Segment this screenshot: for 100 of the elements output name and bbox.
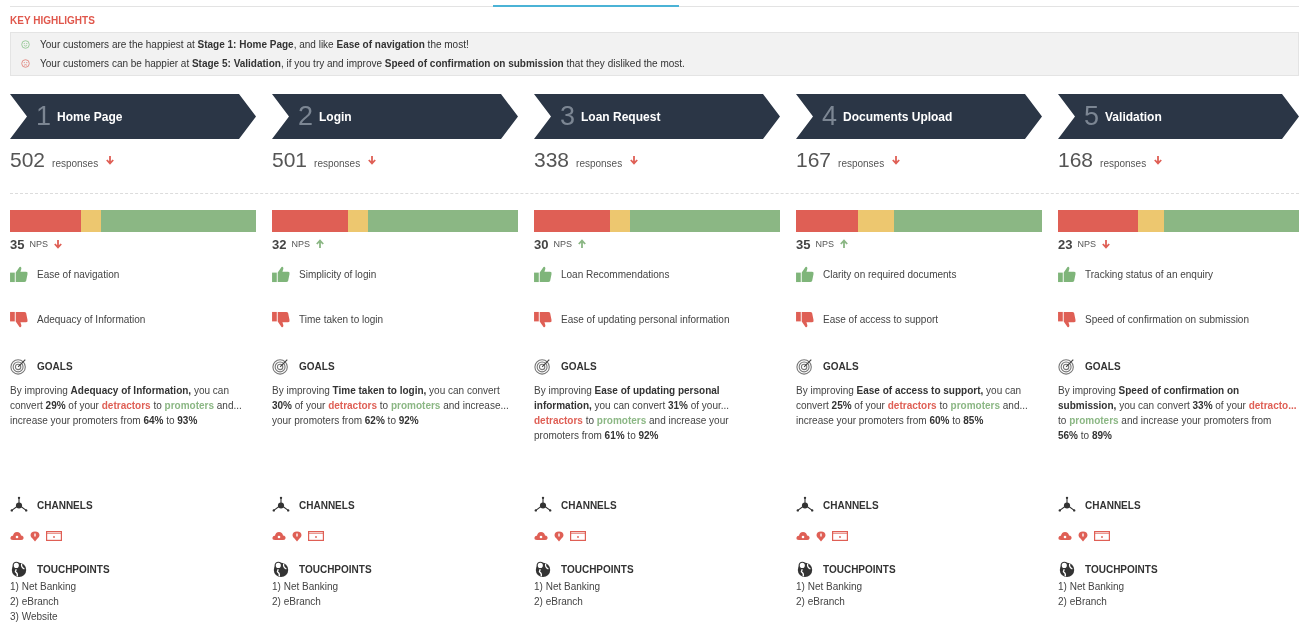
thumbs-up-icon xyxy=(1058,265,1077,283)
nps-score: 35 xyxy=(796,236,811,252)
stage-number: 1 xyxy=(36,103,52,130)
stage-name: Home Page xyxy=(57,109,123,124)
location-pin-icon xyxy=(30,530,40,542)
stage-name: Loan Request xyxy=(581,109,661,124)
liked-attribute: Simplicity of login xyxy=(299,268,377,280)
response-count: 501 xyxy=(272,148,308,172)
thumbs-up-icon xyxy=(10,265,29,283)
globe-icon xyxy=(534,560,552,578)
response-count: 338 xyxy=(534,148,570,172)
globe-icon xyxy=(272,560,290,578)
monitor-icon xyxy=(570,531,586,541)
touchpoint-item: 3) Website xyxy=(10,610,59,624)
network-icon xyxy=(272,496,290,514)
thumbs-up-icon xyxy=(534,265,553,283)
thumbs-down-icon xyxy=(10,310,29,328)
thumbs-down-icon xyxy=(534,310,553,328)
touchpoint-item: 1) Net Banking xyxy=(796,580,864,594)
touchpoints-heading: TOUCHPOINTS xyxy=(823,563,896,575)
location-pin-icon xyxy=(554,530,564,542)
stage-number: 4 xyxy=(822,103,838,130)
touchpoint-item: 2) eBranch xyxy=(1058,595,1108,609)
responses-label: responses xyxy=(52,158,99,169)
thumbs-down-icon xyxy=(272,310,291,328)
channels-heading: CHANNELS xyxy=(37,499,93,511)
nps-score: 35 xyxy=(10,236,25,252)
stage-number: 3 xyxy=(560,103,576,130)
goal-text: By improving Ease of updating personal information, you can convert 31% of your... detractors to promoters and increase your promoters from 61% to 92% xyxy=(534,384,731,443)
nps-label: NPS xyxy=(815,239,834,249)
goal-text: By improving Time taken to login, you can convert 30% of your detractors to promoters and increase... your promoters from 62% to 92% xyxy=(272,384,510,428)
target-icon xyxy=(272,357,290,375)
liked-attribute: Loan Recommendations xyxy=(561,268,670,280)
responses-label: responses xyxy=(838,158,885,169)
thumbs-up-icon xyxy=(272,265,291,283)
nps-score: 30 xyxy=(534,236,549,252)
section-title: KEY HIGHLIGHTS xyxy=(10,15,96,26)
target-icon xyxy=(1058,357,1076,375)
smiley-icon xyxy=(21,40,30,49)
goals-heading: GOALS xyxy=(561,360,597,372)
goal-text: By improving Speed of confirmation on submission, you can convert 33% of your detracto... to promoters and increase your promoters from 56% to 89% xyxy=(1058,384,1298,443)
monitor-icon xyxy=(832,531,848,541)
goals-heading: GOALS xyxy=(823,360,859,372)
globe-icon xyxy=(796,560,814,578)
thumbs-down-icon xyxy=(796,310,815,328)
response-count: 502 xyxy=(10,148,46,172)
touchpoint-item: 2) eBranch xyxy=(10,595,60,609)
channels-heading: CHANNELS xyxy=(561,499,617,511)
disliked-attribute: Ease of access to support xyxy=(823,313,939,325)
nps-score: 23 xyxy=(1058,236,1073,252)
stage-name: Login xyxy=(319,109,352,124)
touchpoint-item: 2) eBranch xyxy=(272,595,322,609)
liked-attribute: Ease of navigation xyxy=(37,268,120,280)
touchpoint-item: 2) eBranch xyxy=(534,595,584,609)
globe-icon xyxy=(10,560,28,578)
response-count: 167 xyxy=(796,148,832,172)
location-pin-icon xyxy=(1078,530,1088,542)
touchpoint-item: 1) Net Banking xyxy=(1058,580,1126,594)
touchpoint-item: 2) eBranch xyxy=(796,595,846,609)
goals-heading: GOALS xyxy=(1085,360,1121,372)
monitor-icon xyxy=(46,531,62,541)
touchpoint-item: 1) Net Banking xyxy=(272,580,340,594)
channels-heading: CHANNELS xyxy=(299,499,355,511)
touchpoints-heading: TOUCHPOINTS xyxy=(1085,563,1158,575)
disliked-attribute: Speed of confirmation on submission xyxy=(1085,313,1249,325)
network-icon xyxy=(1058,496,1076,514)
touchpoint-item: 1) Net Banking xyxy=(10,580,78,594)
goals-heading: GOALS xyxy=(37,360,73,372)
cloud-icon xyxy=(272,531,286,541)
cloud-icon xyxy=(10,531,24,541)
touchpoints-heading: TOUCHPOINTS xyxy=(561,563,634,575)
goal-text: By improving Ease of access to support, you can convert 25% of your detractors to promoters and... increase your promoters from 60% to 85% xyxy=(796,384,1029,428)
response-count: 168 xyxy=(1058,148,1094,172)
touchpoints-heading: TOUCHPOINTS xyxy=(37,563,110,575)
nps-label: NPS xyxy=(553,239,572,249)
stage-number: 2 xyxy=(298,103,314,130)
monitor-icon xyxy=(1094,531,1110,541)
responses-label: responses xyxy=(576,158,623,169)
highlight-text: Your customers can be happier at Stage 5: Validation, if you try and improve Speed of confirmation on submission that they disliked the most. xyxy=(40,58,685,69)
cloud-icon xyxy=(534,531,548,541)
network-icon xyxy=(10,496,28,514)
channels-heading: CHANNELS xyxy=(1085,499,1141,511)
cloud-icon xyxy=(1058,531,1072,541)
sad-face-icon xyxy=(21,59,30,68)
network-icon xyxy=(796,496,814,514)
touchpoints-heading: TOUCHPOINTS xyxy=(299,563,372,575)
highlight-text: Your customers are the happiest at Stage 1: Home Page, and like Ease of navigation the most! xyxy=(40,39,469,50)
liked-attribute: Tracking status of an enquiry xyxy=(1085,268,1214,280)
nps-label: NPS xyxy=(29,239,48,249)
stage-name: Documents Upload xyxy=(843,109,953,124)
goals-heading: GOALS xyxy=(299,360,335,372)
target-icon xyxy=(534,357,552,375)
network-icon xyxy=(534,496,552,514)
responses-label: responses xyxy=(314,158,361,169)
nps-label: NPS xyxy=(1077,239,1096,249)
monitor-icon xyxy=(308,531,324,541)
globe-icon xyxy=(1058,560,1076,578)
location-pin-icon xyxy=(816,530,826,542)
channels-heading: CHANNELS xyxy=(823,499,879,511)
cloud-icon xyxy=(796,531,810,541)
